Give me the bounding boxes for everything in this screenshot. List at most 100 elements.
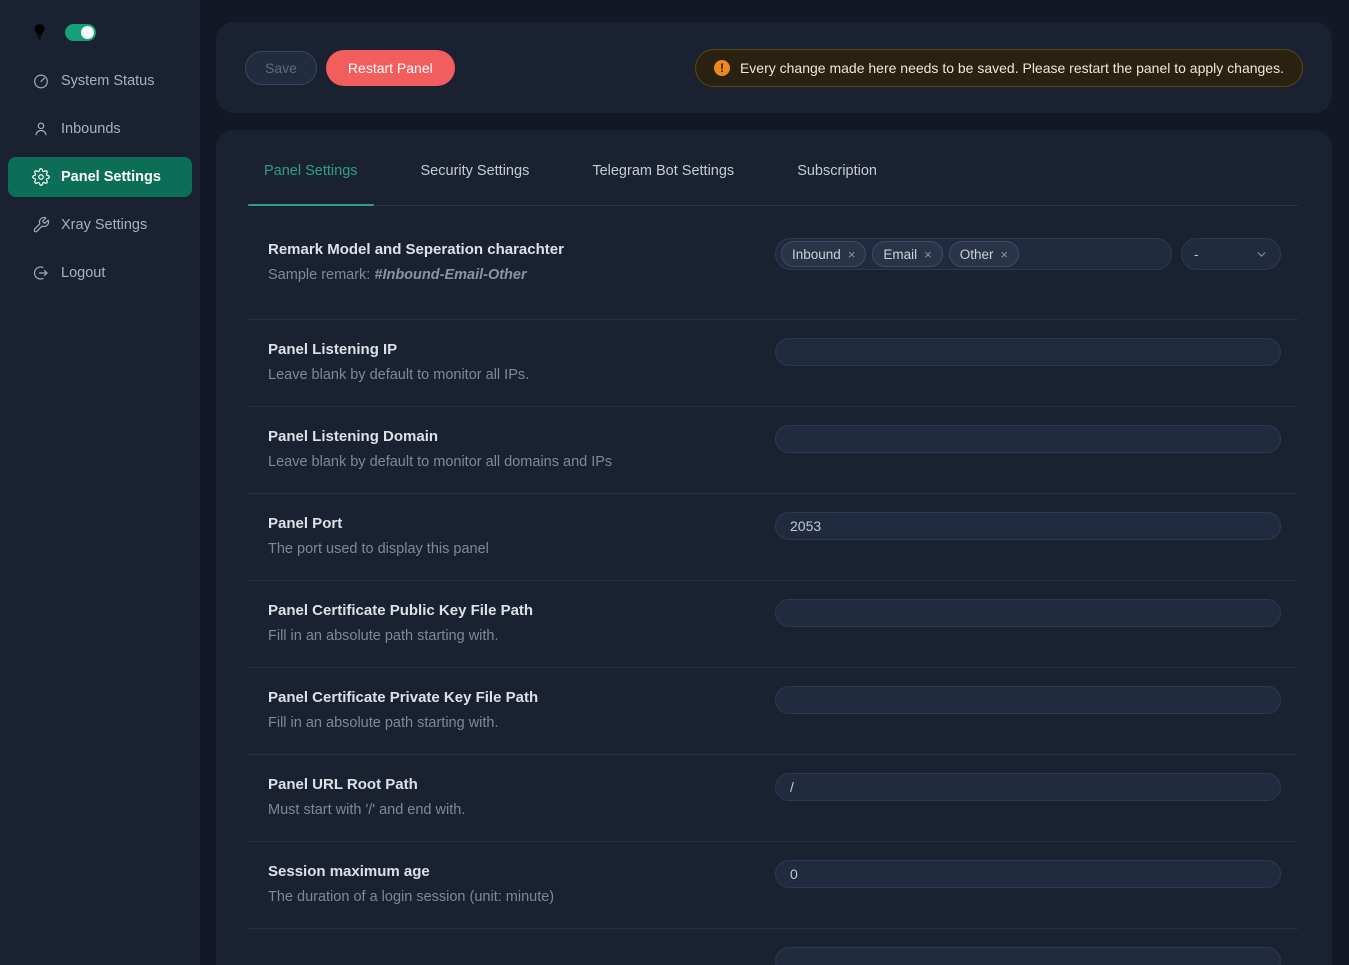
sidebar-item-system-status[interactable]: System Status [8,61,192,101]
settings-tabs: Panel Settings Security Settings Telegram … [248,130,1298,206]
tag-remove-icon[interactable]: × [848,248,856,261]
field-label-block: Remark Model and Seperation charachter Sa… [248,241,584,283]
field-label-block: Panel Listening Domain Leave blank by def… [248,428,632,470]
form-row-panel-port: Panel Port The port used to display this … [248,494,1298,581]
panel-cert-public-key-path-input[interactable] [775,599,1281,627]
form-row-panel-listening-ip: Panel Listening IP Leave blank by default… [248,320,1298,407]
sidebar-item-inbounds[interactable]: Inbounds [8,109,192,149]
tag-label: Inbound [792,247,841,262]
field-control [775,599,1281,627]
field-description: The port used to display this panel [268,541,489,557]
tag-other: Other × [949,241,1019,267]
tag-remove-icon[interactable]: × [924,248,932,261]
form-row-panel-listening-domain: Panel Listening Domain Leave blank by def… [248,407,1298,494]
field-title: Panel Listening Domain [268,428,612,445]
field-control [775,512,1281,540]
user-icon [32,120,50,138]
tab-telegram-bot-settings[interactable]: Telegram Bot Settings [576,156,750,205]
field-title: Panel Port [268,515,489,532]
field-label-block: Session maximum age The duration of a log… [248,863,574,905]
sidebar-item-label: Inbounds [61,121,121,137]
sidebar-item-label: Panel Settings [61,169,161,185]
field-label-block: Panel Listening IP Leave blank by default… [248,341,549,383]
field-control [775,338,1281,366]
field-control [775,425,1281,453]
gauge-icon [32,72,50,90]
gear-icon [32,168,50,186]
form-row-next-field-partially-visible [248,929,1298,965]
field-description: The duration of a login session (unit: m… [268,889,554,905]
field-control [775,947,1281,965]
sidebar-item-label: Xray Settings [61,217,147,233]
field-title: Remark Model and Seperation charachter [268,241,564,258]
sidebar-item-label: System Status [61,73,154,89]
field-title: Panel URL Root Path [268,776,465,793]
field-title: Session maximum age [268,863,554,880]
tag-remove-icon[interactable]: × [1001,248,1009,261]
separator-select[interactable]: - [1181,238,1281,270]
form-row-panel-url-root-path: Panel URL Root Path Must start with '/' a… [248,755,1298,842]
chevron-down-icon [1255,248,1268,261]
select-value: - [1194,246,1199,262]
form-row-panel-cert-public-key-path: Panel Certificate Public Key File Path Fi… [248,581,1298,668]
panel-listening-domain-input[interactable] [775,425,1281,453]
field-control: Inbound × Email × Other × - [775,238,1281,270]
field-label-block: Panel Certificate Public Key File Path Fi… [248,602,553,644]
toggle-knob [81,26,94,39]
tab-subscription[interactable]: Subscription [781,156,893,205]
logout-icon [32,264,50,282]
next-field-partially-visible-input[interactable] [775,947,1281,965]
field-label-block: Panel Certificate Private Key File Path F… [248,689,558,731]
session-max-age-input[interactable] [775,860,1281,888]
sidebar-menu: System Status Inbounds Panel Settings Xr… [0,61,200,293]
field-title: Panel Certificate Private Key File Path [268,689,538,706]
field-title: Panel Listening IP [268,341,529,358]
field-control [775,686,1281,714]
field-description: Leave blank by default to monitor all do… [268,454,612,470]
toolbar-buttons: Save Restart Panel [245,50,455,86]
tag-inbound: Inbound × [781,241,866,267]
sidebar-item-xray-settings[interactable]: Xray Settings [8,205,192,245]
save-button[interactable]: Save [245,51,317,85]
tag-label: Other [960,247,994,262]
tab-security-settings[interactable]: Security Settings [405,156,546,205]
sidebar: System Status Inbounds Panel Settings Xr… [0,0,200,965]
form-row-session-max-age: Session maximum age The duration of a log… [248,842,1298,929]
alert-text: Every change made here needs to be saved… [740,60,1284,76]
field-label-block: Panel URL Root Path Must start with '/' a… [248,776,485,818]
field-description: Must start with '/' and end with. [268,802,465,818]
sidebar-item-panel-settings[interactable]: Panel Settings [8,157,192,197]
action-toolbar: Save Restart Panel ! Every change made h… [216,22,1332,113]
panel-port-input[interactable] [775,512,1281,540]
theme-row [0,12,200,52]
wrench-icon [32,216,50,234]
warning-icon: ! [714,60,730,76]
settings-form: Remark Model and Seperation charachter Sa… [248,206,1298,965]
remark-model-tags-input[interactable]: Inbound × Email × Other × [775,238,1172,270]
panel-cert-private-key-path-input[interactable] [775,686,1281,714]
form-row-panel-cert-private-key-path: Panel Certificate Private Key File Path F… [248,668,1298,755]
field-control [775,860,1281,888]
field-description: Fill in an absolute path starting with. [268,715,538,731]
field-label-block [248,950,288,959]
panel-url-root-path-input[interactable] [775,773,1281,801]
field-description: Sample remark: #Inbound-Email-Other [268,267,564,283]
sidebar-item-label: Logout [61,265,105,281]
lightbulb-icon [30,21,49,43]
restart-panel-button[interactable]: Restart Panel [326,50,455,86]
settings-panel: Panel Settings Security Settings Telegram … [216,130,1332,965]
field-description: Fill in an absolute path starting with. [268,628,533,644]
field-label-block: Panel Port The port used to display this … [248,515,509,557]
tab-panel-settings[interactable]: Panel Settings [248,156,374,205]
panel-listening-ip-input[interactable] [775,338,1281,366]
tag-label: Email [883,247,917,262]
theme-toggle[interactable] [65,24,96,41]
sidebar-item-logout[interactable]: Logout [8,253,192,293]
form-row-remark-model: Remark Model and Seperation charachter Sa… [248,206,1298,320]
main-area: Save Restart Panel ! Every change made h… [200,0,1349,965]
field-control [775,773,1281,801]
field-description: Leave blank by default to monitor all IP… [268,367,529,383]
field-title: Panel Certificate Public Key File Path [268,602,533,619]
tag-email: Email × [872,241,942,267]
restart-warning-alert: ! Every change made here needs to be sav… [695,49,1303,87]
